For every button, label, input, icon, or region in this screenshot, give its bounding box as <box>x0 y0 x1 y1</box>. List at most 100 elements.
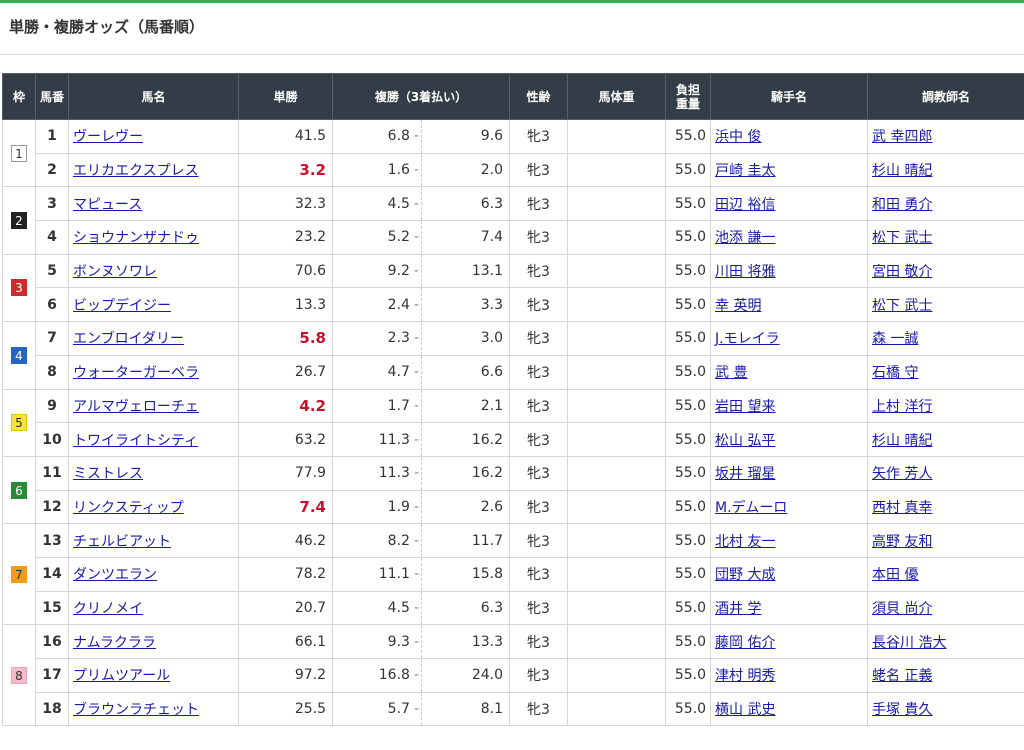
horse-name-link[interactable]: エンブロイダリー <box>73 331 184 347</box>
trainer-link[interactable]: 森 一誠 <box>872 331 918 347</box>
waku-cell: 1 <box>2 118 36 188</box>
jockey-link[interactable]: 田辺 裕信 <box>715 197 775 213</box>
trainer-link[interactable]: 松下 武士 <box>872 230 932 246</box>
trainer-link[interactable]: 蛯名 正義 <box>872 668 932 684</box>
trainer-link[interactable]: 本田 優 <box>872 567 918 583</box>
horse-name-link[interactable]: エリカエクスプレス <box>73 163 199 179</box>
table-row: 12 リンクスティップ 7.4 1.9-2.6 牝3 55.0 M.デムーロ 西村 真幸 <box>3 489 1024 525</box>
jockey-cell: 池添 謙一 <box>710 220 869 255</box>
horse-name-link[interactable]: ミストレス <box>73 466 143 482</box>
win-odds: 7.4 <box>238 489 333 525</box>
place-odds-min: 1.9 <box>387 498 410 515</box>
win-odds: 23.2 <box>238 220 333 255</box>
jockey-cell: 戸崎 圭太 <box>710 152 869 188</box>
place-odds-dash: - <box>413 667 419 684</box>
sex-age: 牝3 <box>509 354 569 390</box>
jockey-cell: 北村 友一 <box>710 523 869 558</box>
place-odds-max: 11.7 <box>420 523 511 558</box>
jockey-link[interactable]: 幸 英明 <box>715 298 761 314</box>
jockey-link[interactable]: 団野 大成 <box>715 567 775 583</box>
horse-name-link[interactable]: クリノメイ <box>73 601 143 617</box>
jockey-link[interactable]: 武 豊 <box>715 365 747 381</box>
win-odds: 20.7 <box>238 590 333 626</box>
jockey-link[interactable]: 津村 明秀 <box>715 668 775 684</box>
jockey-cell: 川田 将雅 <box>710 253 869 289</box>
horse-name-cell: ダンツエラン <box>68 556 239 592</box>
trainer-link[interactable]: 須貝 尚介 <box>872 601 932 617</box>
trainer-link[interactable]: 松下 武士 <box>872 298 932 314</box>
trainer-link[interactable]: 矢作 芳人 <box>872 466 932 482</box>
horse-name-link[interactable]: ウォーターガーベラ <box>73 365 199 381</box>
horse-name-link[interactable]: リンクスティップ <box>73 500 184 516</box>
place-odds-min: 16.8 <box>378 667 410 684</box>
place-odds-min-cell: 5.2- <box>332 220 422 255</box>
horse-name-link[interactable]: ボンヌソワレ <box>73 264 157 280</box>
title-divider <box>0 54 1024 55</box>
jockey-link[interactable]: 松山 弘平 <box>715 433 775 449</box>
horse-name-link[interactable]: トワイライトシティ <box>73 433 198 449</box>
horse-name-link[interactable]: チェルビアット <box>73 534 171 550</box>
trainer-link[interactable]: 杉山 晴紀 <box>872 433 932 449</box>
place-odds-min-cell: 8.2- <box>332 523 422 558</box>
jockey-link[interactable]: 坂井 瑠星 <box>715 466 775 482</box>
jockey-link[interactable]: 戸崎 圭太 <box>715 163 775 179</box>
jockey-link[interactable]: 酒井 学 <box>715 601 761 617</box>
place-odds-min-cell: 6.8- <box>332 119 422 154</box>
place-odds-min-cell: 2.4- <box>332 287 422 323</box>
jockey-link[interactable]: 岩田 望来 <box>715 399 775 415</box>
horse-name-link[interactable]: ダンツエラン <box>73 567 157 583</box>
trainer-link[interactable]: 手塚 貴久 <box>872 702 932 718</box>
trainer-link[interactable]: 上村 洋行 <box>872 399 932 415</box>
trainer-link[interactable]: 西村 真幸 <box>872 500 932 516</box>
sex-age: 牝3 <box>509 186 569 222</box>
horse-name-link[interactable]: ショウナンザナドゥ <box>73 230 199 246</box>
trainer-link[interactable]: 高野 友和 <box>872 534 932 550</box>
trainer-link[interactable]: 宮田 敬介 <box>872 264 932 280</box>
trainer-link[interactable]: 杉山 晴紀 <box>872 163 932 179</box>
sex-age: 牝3 <box>509 489 569 525</box>
jockey-link[interactable]: 浜中 俊 <box>715 129 761 145</box>
burden-weight: 55.0 <box>665 186 712 222</box>
trainer-link[interactable]: 石橋 守 <box>872 365 918 381</box>
trainer-link[interactable]: 武 幸四郎 <box>872 129 932 145</box>
place-odds-min: 1.7 <box>387 397 410 414</box>
win-odds: 63.2 <box>238 422 333 457</box>
horse-name-link[interactable]: ブラウンラチェット <box>73 702 199 718</box>
horse-name-link[interactable]: ビップデイジー <box>73 298 171 314</box>
place-odds-max: 3.0 <box>420 321 511 356</box>
place-odds-min: 2.3 <box>387 330 410 347</box>
jockey-link[interactable]: 横山 武史 <box>715 702 775 718</box>
horse-name-link[interactable]: プリムツアール <box>73 668 170 684</box>
jockey-link[interactable]: M.デムーロ <box>715 500 787 516</box>
table-row: 8 16 ナムラクララ 66.1 9.3-13.3 牝3 55.0 藤岡 佑介 長谷川 浩大 <box>2 624 1024 727</box>
horse-name-link[interactable]: マピュース <box>73 197 142 213</box>
trainer-cell: 石橋 守 <box>867 354 1024 390</box>
place-odds-max: 9.6 <box>420 119 511 154</box>
jockey-link[interactable]: 池添 謙一 <box>715 230 775 246</box>
body-weight <box>567 321 667 356</box>
horse-name-link[interactable]: アルマヴェローチェ <box>73 399 199 415</box>
place-odds-min: 6.8 <box>387 128 410 145</box>
header-place-odds: 複勝（3着払い） <box>331 73 511 120</box>
horse-name-link[interactable]: ナムラクララ <box>73 635 156 651</box>
sex-age: 牝3 <box>509 119 569 154</box>
horse-number: 3 <box>35 186 69 222</box>
table-row: 2 3 マピュース 32.3 4.5-6.3 牝3 55.0 田辺 裕信 和田 勇介 <box>2 186 1024 255</box>
body-weight <box>567 287 667 323</box>
table-row: 1 1 ヴーレヴー 41.5 6.8-9.6 牝3 55.0 浜中 俊武 幸四郎 <box>2 118 1024 188</box>
jockey-link[interactable]: 北村 友一 <box>715 534 775 550</box>
jockey-link[interactable]: J.モレイラ <box>715 331 780 347</box>
horse-name-cell: ブラウンラチェット <box>68 691 239 727</box>
body-weight <box>567 388 667 424</box>
horse-number: 17 <box>35 658 69 693</box>
trainer-link[interactable]: 和田 勇介 <box>872 197 932 213</box>
horse-name-cell: トワイライトシティ <box>68 422 239 457</box>
horse-name-link[interactable]: ヴーレヴー <box>73 129 143 145</box>
jockey-link[interactable]: 藤岡 佑介 <box>715 635 775 651</box>
jockey-cell: 田辺 裕信 <box>710 186 869 222</box>
place-odds-min: 2.4 <box>387 296 410 313</box>
jockey-link[interactable]: 川田 将雅 <box>715 264 775 280</box>
trainer-link[interactable]: 長谷川 浩大 <box>872 635 946 651</box>
horse-name-cell: ウォーターガーベラ <box>68 354 239 390</box>
place-odds-max: 13.1 <box>420 253 511 289</box>
